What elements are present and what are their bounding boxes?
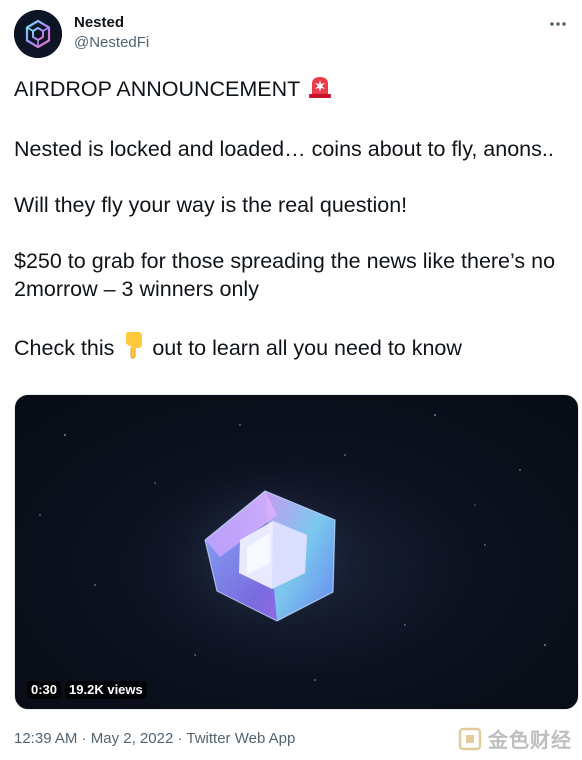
learn-text: out to learn all you need to know <box>152 336 462 360</box>
watermark-text: 金色财经 <box>488 728 572 752</box>
footer-separator: · <box>81 730 87 747</box>
jinse-logo-icon <box>458 727 482 750</box>
tweet-line-1: AIRDROP ANNOUNCEMENT <box>14 72 570 107</box>
handle[interactable]: @NestedFi <box>74 33 149 53</box>
pointing-down-emoji <box>120 331 146 366</box>
announcement-text: AIRDROP ANNOUNCEMENT <box>14 77 300 101</box>
tweet-line-4: $250 to grab for those spreading the new… <box>14 249 556 301</box>
check-this-text: Check this <box>14 336 115 360</box>
footer-separator: · <box>177 730 183 747</box>
nested-logo-icon <box>14 10 62 58</box>
tweet-text: AIRDROP ANNOUNCEMENT Nested is locked an… <box>14 72 570 366</box>
video-duration: 0:30 <box>27 681 62 699</box>
cube-video-frame <box>39 414 546 681</box>
video-badges: 0:30 19.2K views <box>27 681 147 699</box>
video-views: 19.2K views <box>65 681 147 699</box>
video-player[interactable]: 0:30 19.2K views <box>14 394 579 710</box>
tweet-footer: 12:39 AM · May 2, 2022 · Twitter Web App <box>14 729 295 749</box>
name-block: Nested @NestedFi <box>74 13 149 53</box>
tweet-source[interactable]: Twitter Web App <box>186 730 295 747</box>
display-name[interactable]: Nested <box>74 13 149 33</box>
tweet-line-5: Check this out to learn all you need to … <box>14 331 570 366</box>
tweet-header: Nested @NestedFi <box>14 10 574 60</box>
police-light-emoji <box>306 72 334 107</box>
watermark: 金色财经 <box>458 724 572 753</box>
more-button[interactable] <box>546 12 570 36</box>
tweet-time[interactable]: 12:39 AM <box>14 730 77 747</box>
tweet-line-2: Nested is locked and loaded… coins about… <box>14 137 554 161</box>
tweet-date[interactable]: May 2, 2022 <box>91 730 174 747</box>
tweet-line-3: Will they fly your way is the real quest… <box>14 193 408 217</box>
avatar[interactable] <box>14 10 62 58</box>
more-horizontal-icon <box>550 22 566 26</box>
